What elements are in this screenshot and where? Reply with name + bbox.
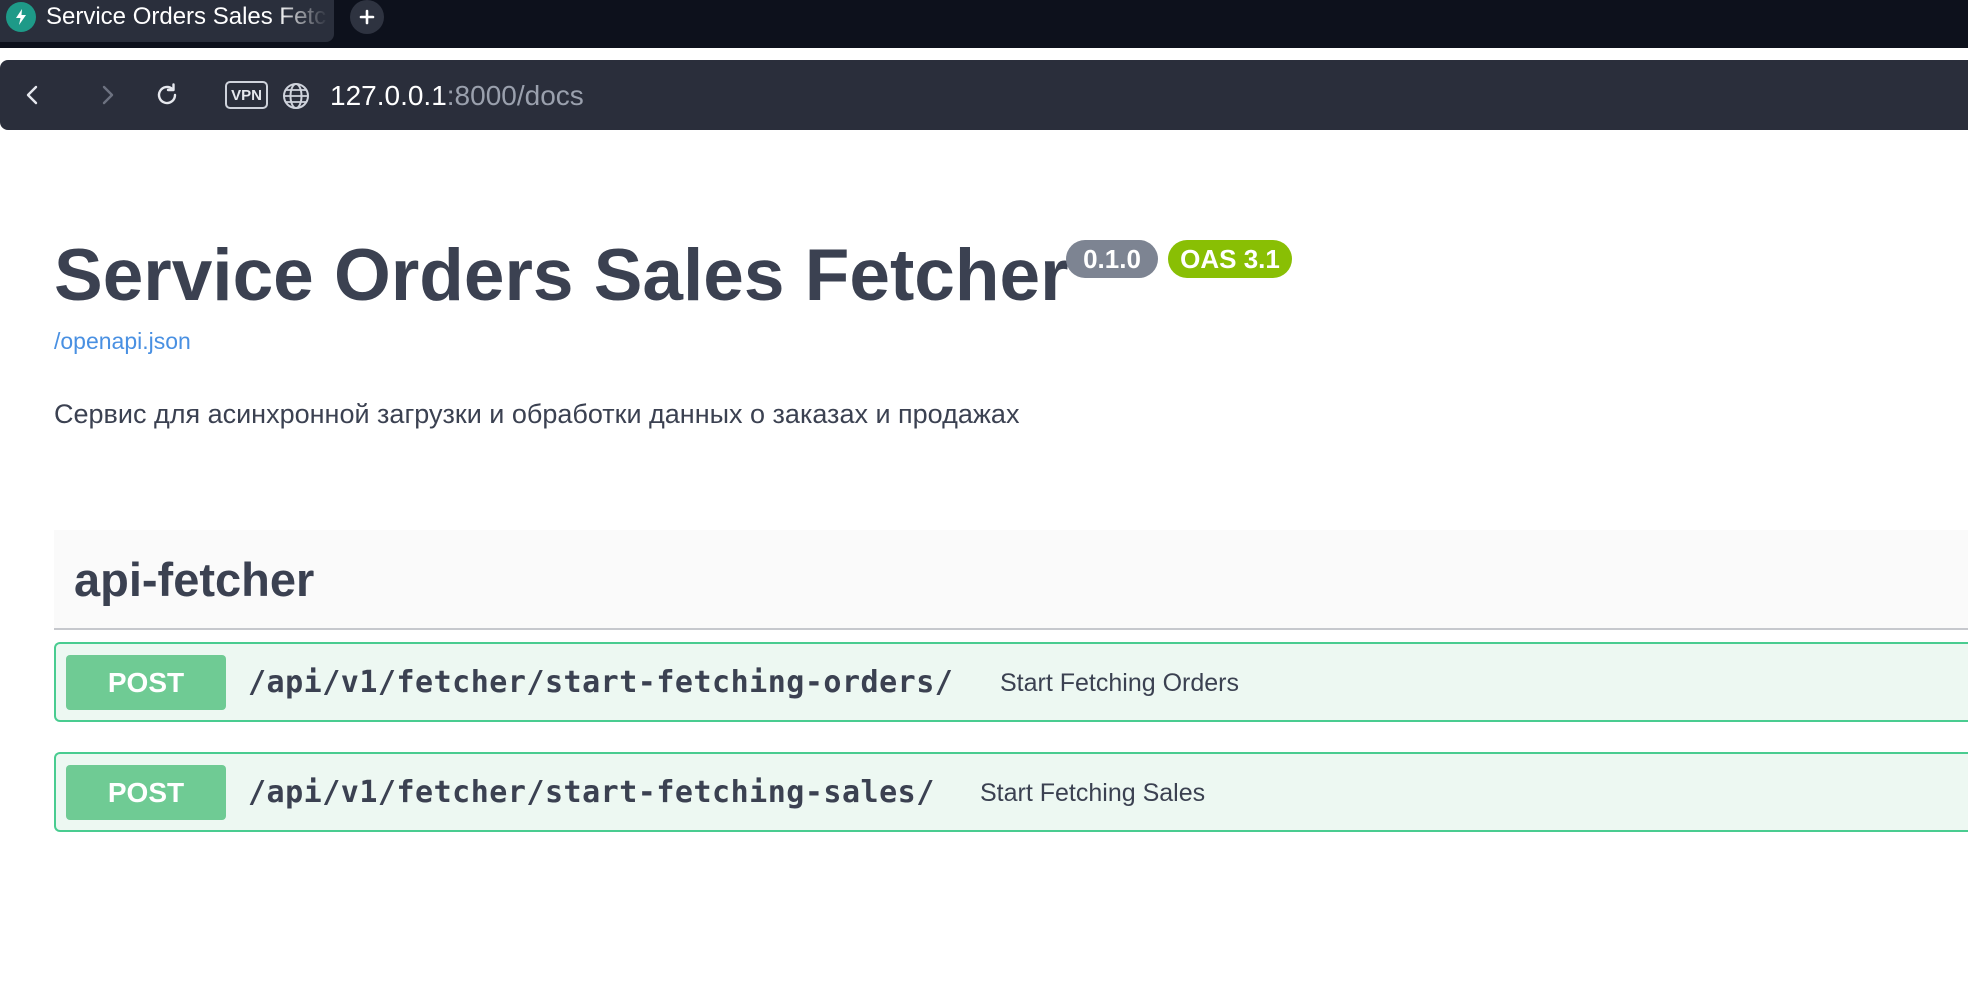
browser-tab-bar: Service Orders Sales Fetcher bbox=[0, 0, 1968, 48]
openapi-json-link[interactable]: /openapi.json bbox=[54, 326, 191, 356]
url-path: :8000/docs bbox=[446, 80, 584, 111]
page-title: Service Orders Sales Fetcher bbox=[54, 235, 1069, 316]
operation-path: /api/v1/fetcher/start-fetching-sales/ bbox=[248, 775, 935, 810]
fastapi-favicon-icon bbox=[6, 2, 36, 32]
operation-start-fetching-orders[interactable]: POST /api/v1/fetcher/start-fetching-orde… bbox=[54, 642, 1968, 722]
tab-title: Service Orders Sales Fetcher bbox=[46, 3, 328, 30]
forward-button[interactable] bbox=[86, 74, 128, 116]
chevron-left-icon bbox=[26, 85, 38, 105]
oas-version-badge: OAS 3.1 bbox=[1168, 240, 1292, 278]
reload-button[interactable] bbox=[146, 74, 188, 116]
browser-toolbar: VPN 127.0.0.1:8000/docs bbox=[0, 60, 1968, 130]
tag-name: api-fetcher bbox=[74, 553, 315, 606]
plus-icon bbox=[359, 9, 375, 25]
address-bar[interactable]: 127.0.0.1:8000/docs bbox=[330, 76, 584, 116]
chevron-right-icon bbox=[102, 85, 114, 105]
new-tab-button[interactable] bbox=[350, 0, 384, 34]
operation-start-fetching-sales[interactable]: POST /api/v1/fetcher/start-fetching-sale… bbox=[54, 752, 1968, 832]
tag-section-header[interactable]: api-fetcher bbox=[54, 530, 1968, 630]
swagger-page: Service Orders Sales Fetcher 0.1.0 OAS 3… bbox=[0, 138, 1968, 986]
browser-tab[interactable]: Service Orders Sales Fetcher bbox=[0, 0, 334, 42]
globe-icon bbox=[283, 83, 309, 109]
operation-path: /api/v1/fetcher/start-fetching-orders/ bbox=[248, 665, 954, 700]
method-badge: POST bbox=[66, 655, 226, 710]
method-badge: POST bbox=[66, 765, 226, 820]
api-description: Сервис для асинхронной загрузки и обрабо… bbox=[54, 399, 1020, 429]
reload-icon bbox=[157, 83, 177, 105]
vpn-button[interactable]: VPN bbox=[225, 81, 268, 109]
operation-summary: Start Fetching Sales bbox=[980, 779, 1206, 807]
url-host: 127.0.0.1 bbox=[330, 80, 447, 111]
back-button[interactable] bbox=[12, 74, 54, 116]
operation-summary: Start Fetching Orders bbox=[1000, 669, 1239, 697]
version-badge: 0.1.0 bbox=[1066, 240, 1158, 278]
